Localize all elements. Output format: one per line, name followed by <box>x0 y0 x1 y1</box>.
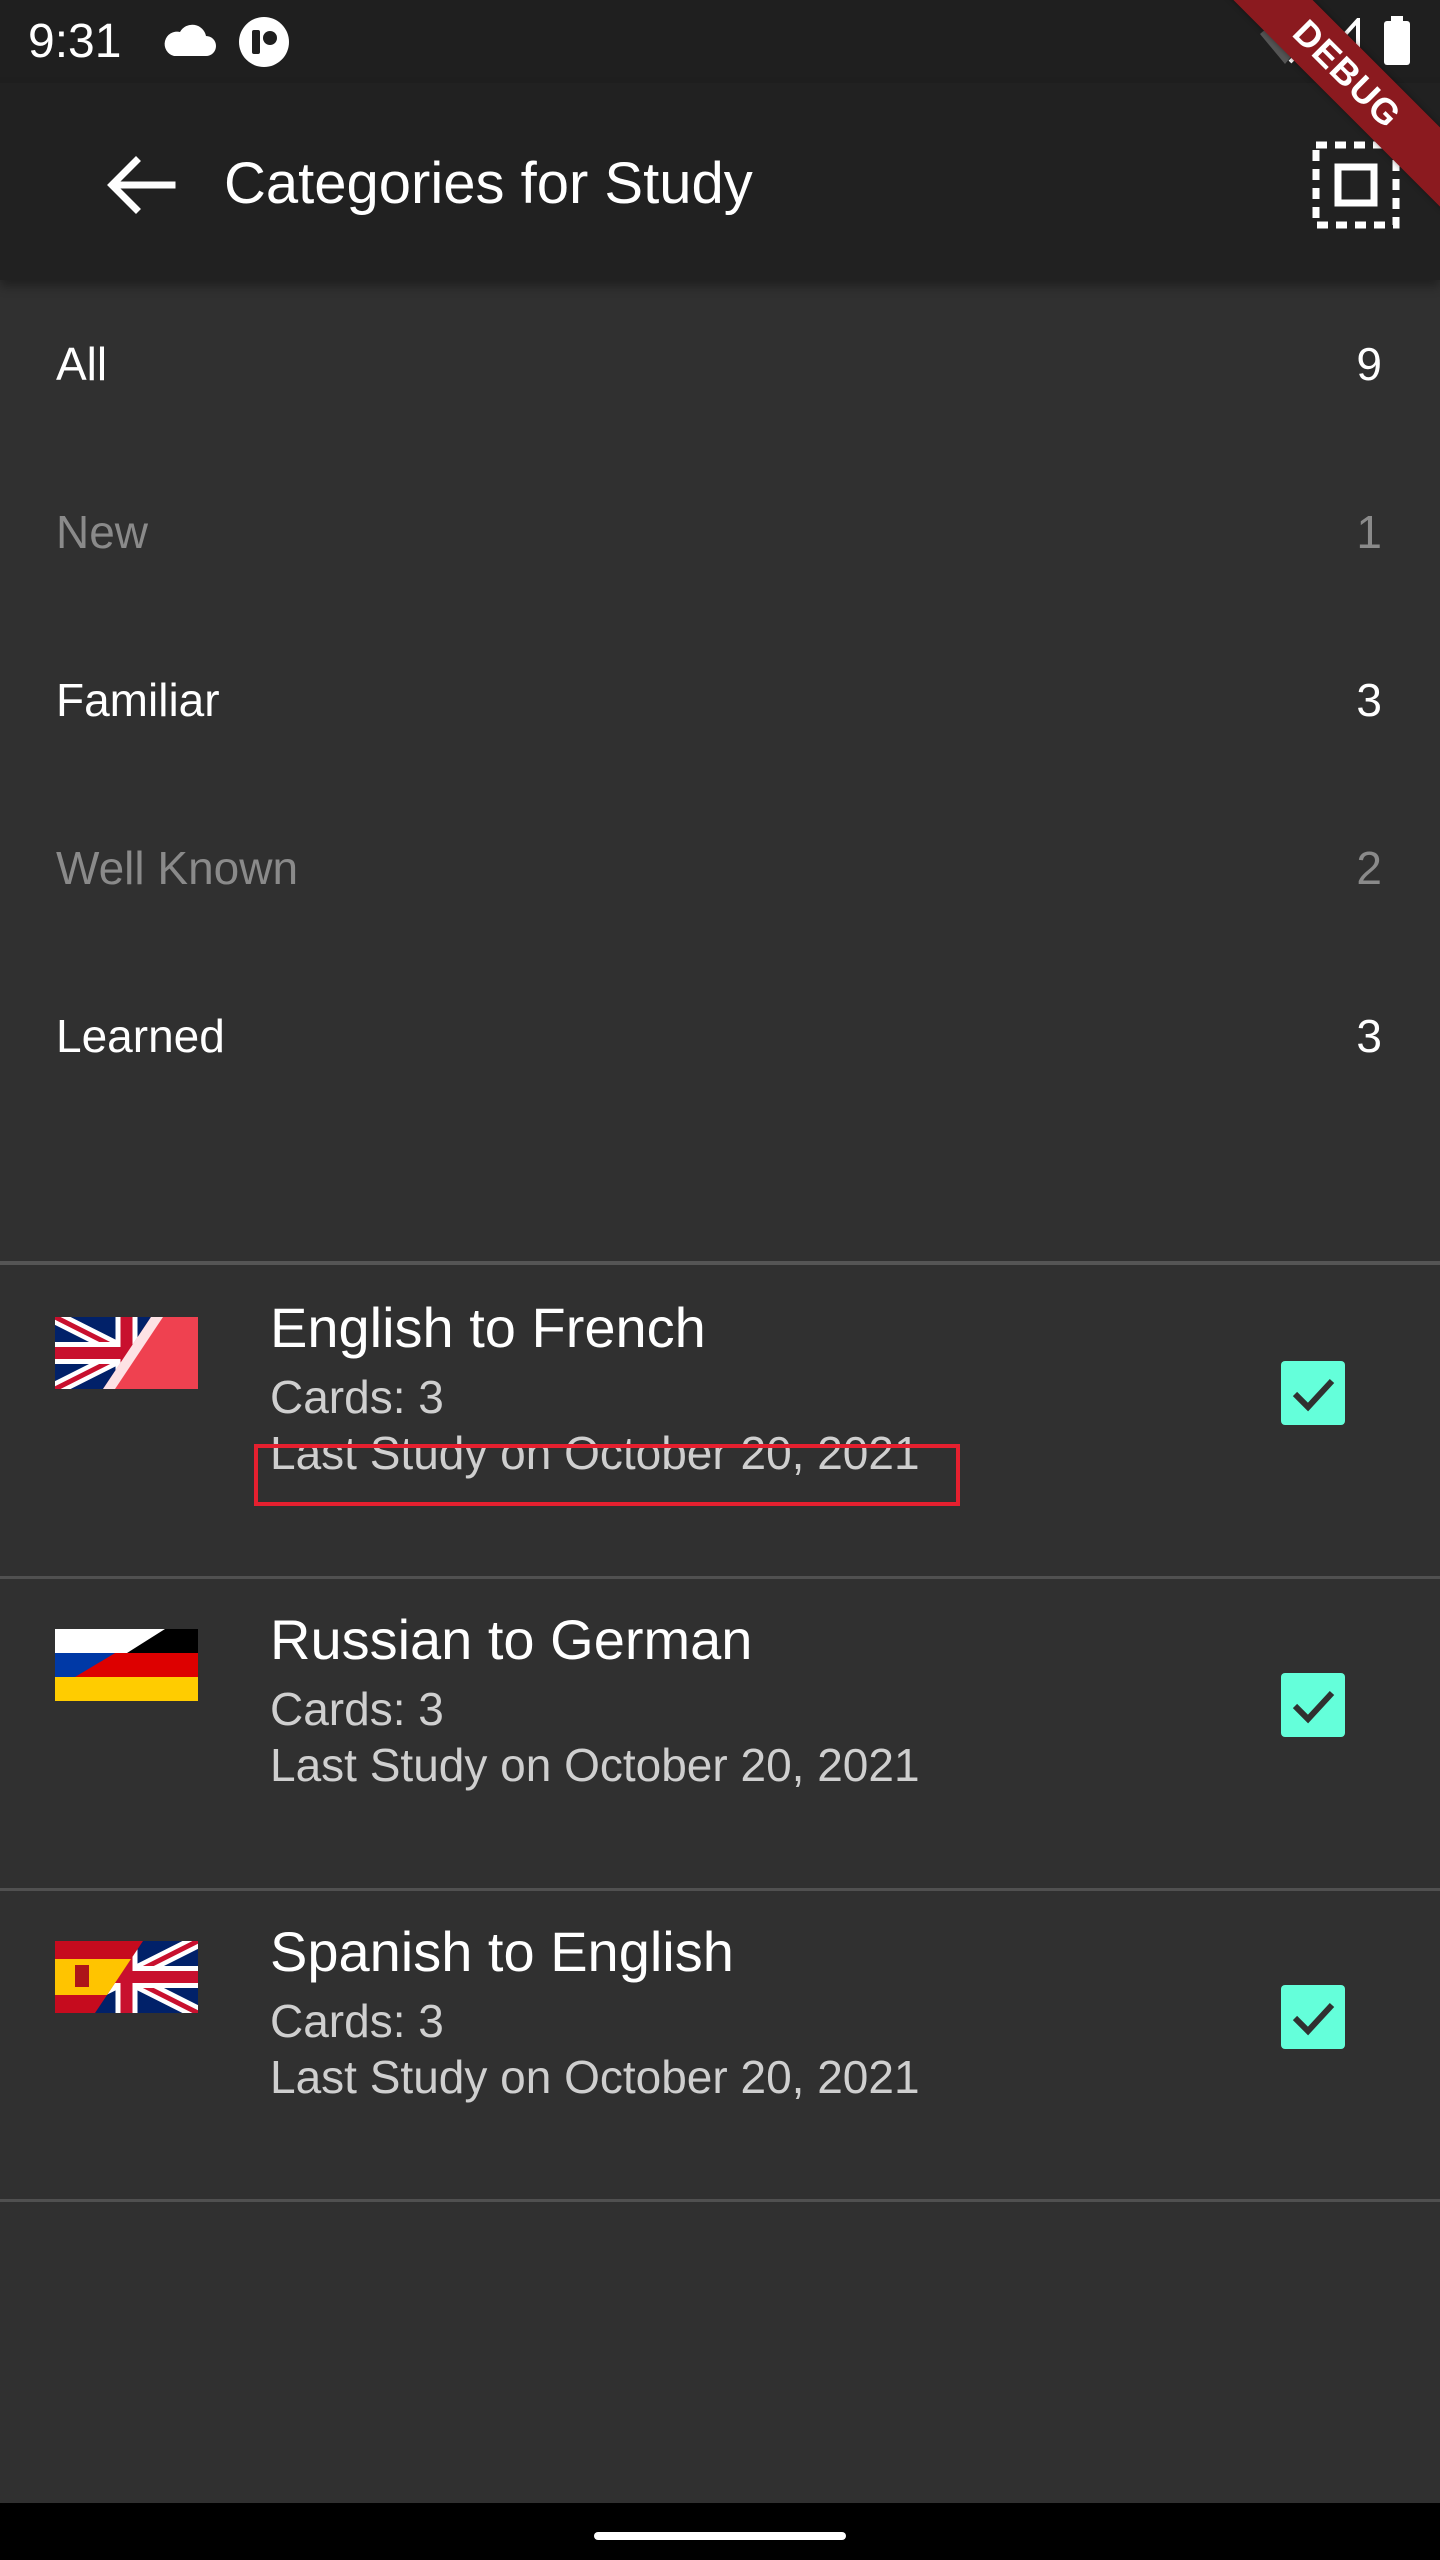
cloud-icon <box>164 24 216 56</box>
status-bar: 9:31 <box>0 0 1440 83</box>
category-card-count: Cards: 3 <box>270 1683 444 1735</box>
category-card-count: Cards: 3 <box>270 1371 444 1423</box>
page-title: Categories for Study <box>224 151 753 216</box>
app-bar: Categories for Study <box>0 83 1440 280</box>
home-gesture-handle[interactable] <box>594 2532 846 2540</box>
stat-label: Well Known <box>56 842 299 894</box>
stat-count: 9 <box>1356 338 1382 390</box>
stat-count: 1 <box>1356 506 1382 558</box>
stat-count: 2 <box>1356 842 1382 894</box>
stat-label: New <box>56 506 149 558</box>
highlight-box <box>254 1444 960 1506</box>
stat-row-familiar[interactable]: Familiar 3 <box>0 616 1440 784</box>
row-divider <box>0 2199 1440 2202</box>
uk-france-flag-icon <box>55 1317 198 1389</box>
stat-label: All <box>56 338 108 390</box>
category-row-spanish-english[interactable]: Spanish to English Cards: 3 Last Study o… <box>0 1889 1440 2201</box>
category-card-count: Cards: 3 <box>270 1995 444 2047</box>
category-checkbox[interactable] <box>1281 1673 1345 1737</box>
stat-row-well-known[interactable]: Well Known 2 <box>0 784 1440 952</box>
check-icon <box>1292 1378 1335 1412</box>
category-title: Spanish to English <box>270 1920 734 1983</box>
category-row-russian-german[interactable]: Russian to German Cards: 3 Last Study on… <box>0 1577 1440 1889</box>
system-nav-bar <box>0 2503 1440 2560</box>
stat-label: Familiar <box>56 674 220 726</box>
category-title: Russian to German <box>270 1608 753 1671</box>
status-time: 9:31 <box>28 15 122 68</box>
stat-label: Learned <box>56 1010 225 1062</box>
category-last-study: Last Study on October 20, 2021 <box>270 2051 920 2103</box>
category-checkbox[interactable] <box>1281 1361 1345 1425</box>
back-arrow-icon[interactable] <box>92 137 188 233</box>
spain-uk-flag-icon <box>55 1941 198 2013</box>
stat-row-learned[interactable]: Learned 3 <box>0 952 1440 1120</box>
category-last-study: Last Study on October 20, 2021 <box>270 1739 920 1791</box>
battery-icon <box>1384 16 1410 65</box>
app-notification-icon <box>239 17 289 67</box>
category-title: English to French <box>270 1296 706 1359</box>
category-checkbox[interactable] <box>1281 1985 1345 2049</box>
stat-row-new[interactable]: New 1 <box>0 448 1440 616</box>
stat-row-all[interactable]: All 9 <box>0 280 1440 448</box>
stat-count: 3 <box>1356 1010 1382 1062</box>
category-row-english-french[interactable]: English to French Cards: 3 Last Study on… <box>0 1265 1440 1577</box>
stat-count: 3 <box>1356 674 1382 726</box>
russia-germany-flag-icon <box>55 1629 198 1701</box>
check-icon <box>1292 1690 1335 1724</box>
check-icon <box>1292 2002 1335 2036</box>
